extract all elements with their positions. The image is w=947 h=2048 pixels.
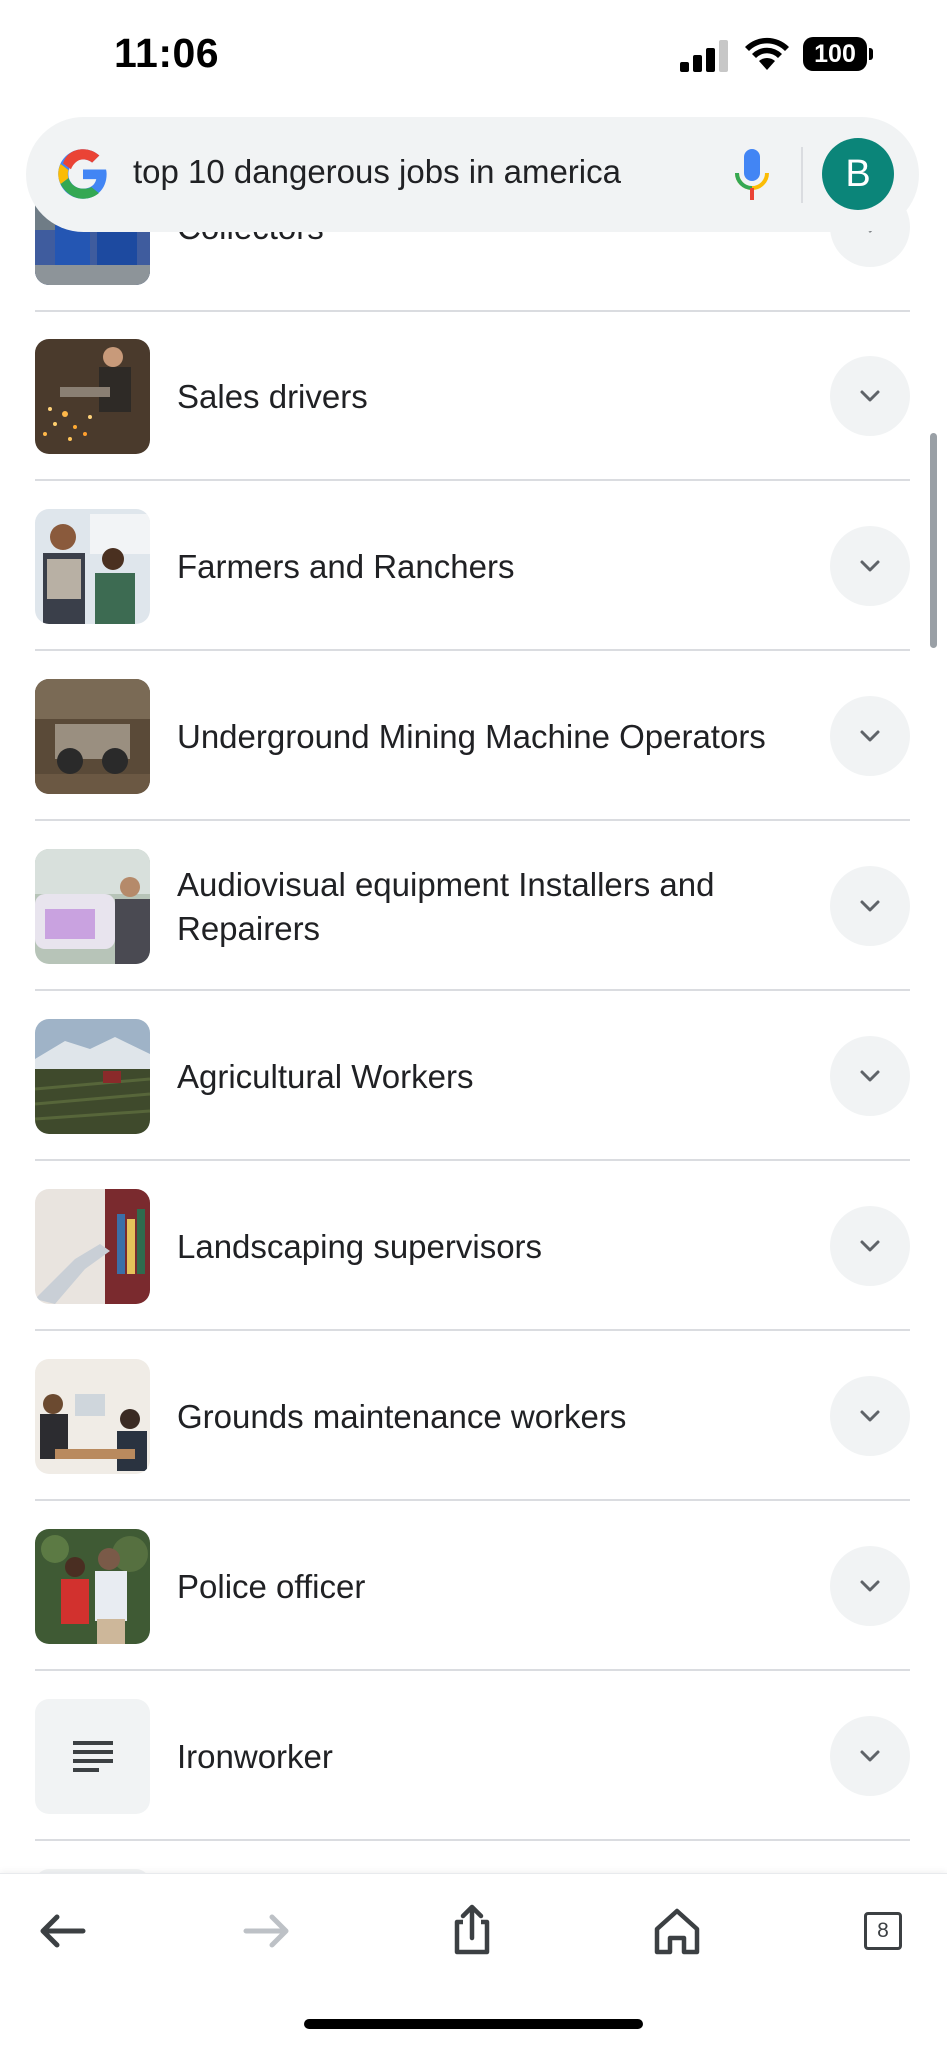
tabs-button[interactable]: 8 <box>848 1896 918 1966</box>
forward-button[interactable] <box>232 1896 302 1966</box>
expand-button[interactable] <box>830 526 910 606</box>
thumbnail-image <box>35 1019 150 1134</box>
list-item[interactable]: Police officer <box>35 1502 910 1671</box>
chevron-down-icon <box>860 390 880 402</box>
list-item[interactable]: Underground Mining Machine Operators <box>35 652 910 821</box>
bottom-toolbar: 8 <box>0 1873 947 2048</box>
chevron-down-icon <box>860 730 880 742</box>
cellular-signal-icon <box>680 40 728 72</box>
share-icon <box>454 1904 490 1955</box>
back-arrow-icon <box>40 1914 86 1948</box>
result-title: Audiovisual equipment Installers and Rep… <box>177 865 715 947</box>
battery-level: 100 <box>803 37 867 71</box>
list-item[interactable]: Agricultural Workers <box>35 992 910 1161</box>
result-title: Landscaping supervisors <box>177 1227 543 1265</box>
google-logo-icon <box>58 149 107 199</box>
list-item[interactable]: Ironworker <box>35 1672 910 1841</box>
result-title: Underground Mining Machine Operators <box>177 717 766 755</box>
expand-button[interactable] <box>830 1376 910 1456</box>
microphone-icon[interactable] <box>732 147 772 203</box>
chevron-down-icon <box>860 1240 880 1252</box>
expand-button[interactable] <box>830 1716 910 1796</box>
list-item[interactable]: Grounds maintenance workers <box>35 1332 910 1501</box>
back-button[interactable] <box>27 1896 97 1966</box>
chevron-down-icon <box>860 1750 880 1762</box>
expand-button[interactable] <box>830 1546 910 1626</box>
chevron-down-icon <box>860 1580 880 1592</box>
result-title: Police officer <box>177 1567 366 1605</box>
thumbnail-image <box>35 1529 150 1644</box>
tabs-count: 8 <box>864 1912 902 1950</box>
home-indicator <box>304 2019 643 2029</box>
status-time: 11:06 <box>114 30 220 76</box>
thumbnail-image <box>35 679 150 794</box>
chevron-down-icon <box>860 560 880 572</box>
result-title: Ironworker <box>177 1737 333 1775</box>
result-title: Farmers and Ranchers <box>177 547 515 585</box>
thumbnail-image <box>35 339 150 454</box>
scrollbar[interactable] <box>930 433 937 648</box>
chevron-down-icon <box>860 900 880 912</box>
thumbnail-image <box>35 1359 150 1474</box>
thumbnail-placeholder <box>35 1699 150 1814</box>
battery-tip <box>869 48 873 60</box>
thumbnail-image <box>35 1189 150 1304</box>
home-button[interactable] <box>642 1896 712 1966</box>
expand-button[interactable] <box>830 1036 910 1116</box>
expand-button[interactable] <box>830 1206 910 1286</box>
status-bar: 11:06 100 <box>0 0 947 110</box>
list-item[interactable]: Landscaping supervisors <box>35 1162 910 1331</box>
result-title: Agricultural Workers <box>177 1057 474 1095</box>
search-bar[interactable]: top 10 dangerous jobs in america B <box>26 117 919 232</box>
thumbnail-image <box>35 509 150 624</box>
account-avatar[interactable]: B <box>822 138 894 210</box>
home-icon <box>654 1908 700 1955</box>
wifi-icon <box>745 37 789 70</box>
chevron-down-icon <box>860 1410 880 1422</box>
chevron-down-icon <box>860 1070 880 1082</box>
expand-button[interactable] <box>830 356 910 436</box>
result-title: Sales drivers <box>177 377 368 415</box>
forward-arrow-icon <box>243 1914 289 1948</box>
document-lines-icon <box>73 1741 113 1772</box>
search-divider <box>801 147 803 203</box>
battery-indicator: 100 <box>803 37 873 71</box>
list-item[interactable]: Audiovisual equipment Installers and Rep… <box>35 822 910 991</box>
share-button[interactable] <box>437 1896 507 1966</box>
list-item[interactable] <box>35 1842 910 1873</box>
results-list: Collectors Sales drivers <box>0 0 947 1873</box>
result-title: Grounds maintenance workers <box>177 1397 627 1435</box>
expand-button[interactable] <box>830 696 910 776</box>
expand-button[interactable] <box>830 866 910 946</box>
list-item[interactable]: Sales drivers <box>35 312 910 481</box>
list-item[interactable]: Farmers and Ranchers <box>35 482 910 651</box>
search-query: top 10 dangerous jobs in america <box>133 153 621 190</box>
thumbnail-image <box>35 849 150 964</box>
